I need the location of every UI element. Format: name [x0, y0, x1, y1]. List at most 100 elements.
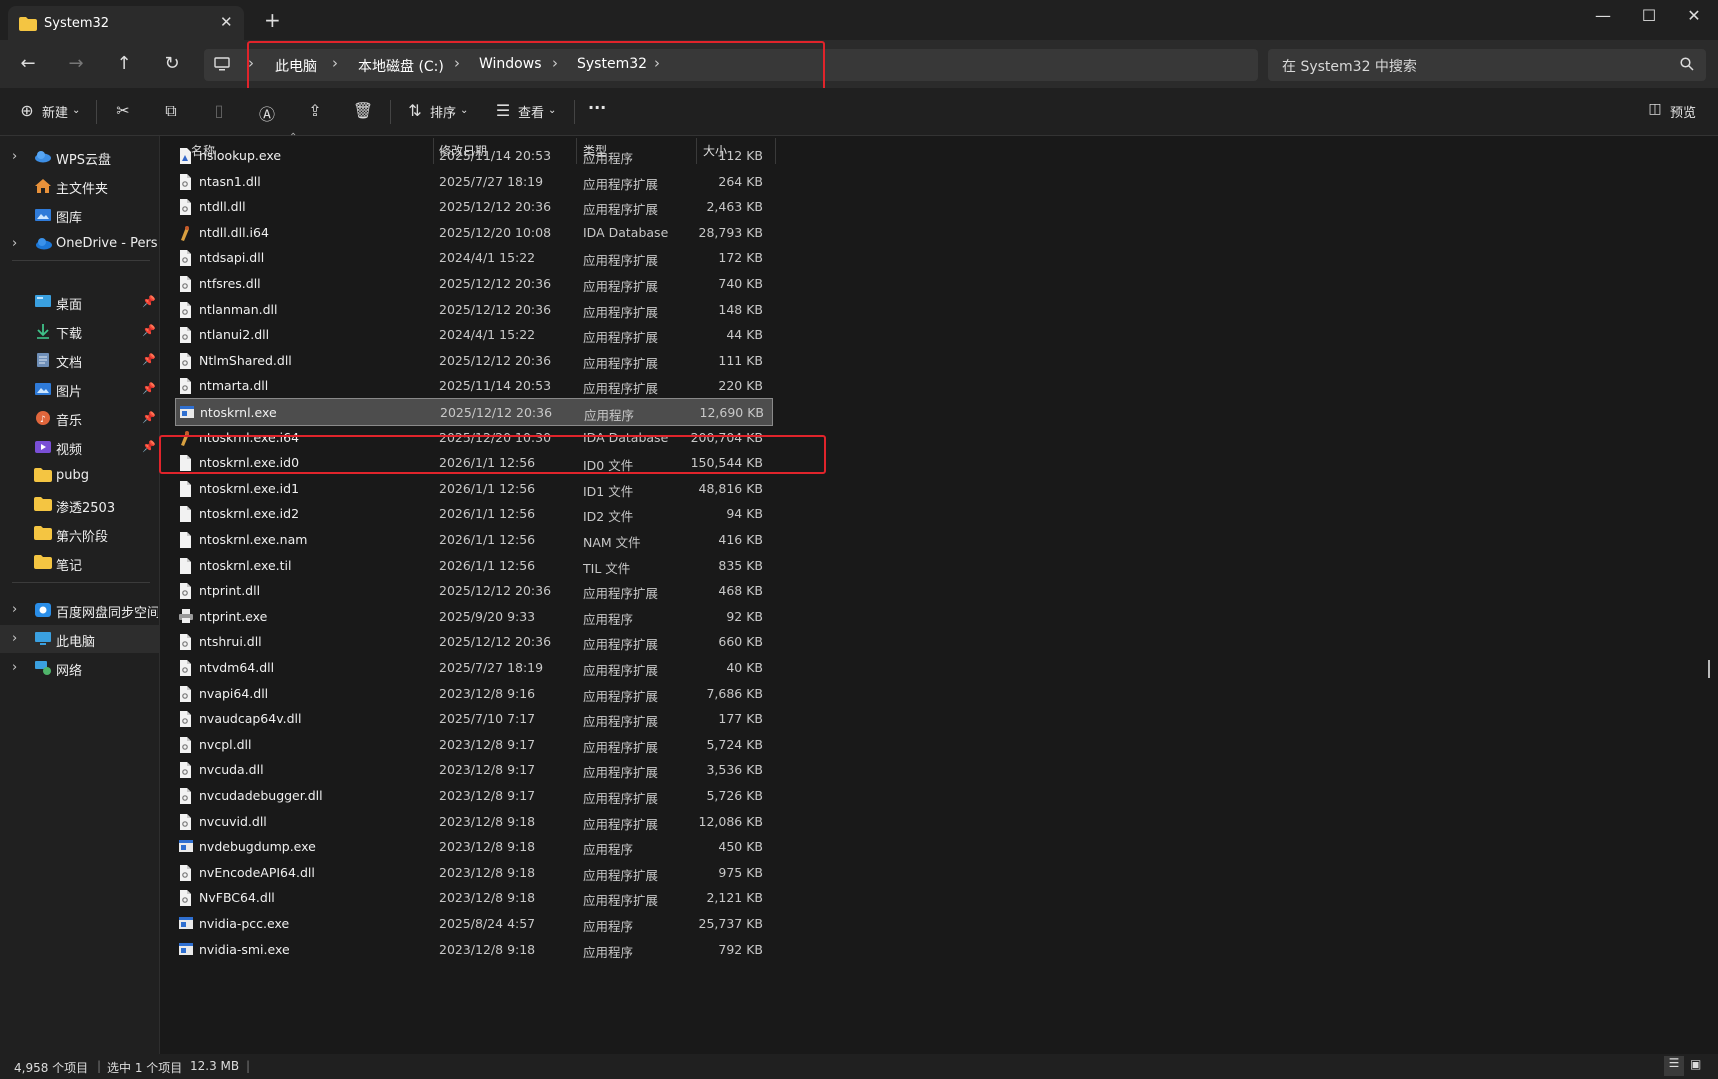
sidebar-item-this-pc[interactable]: › 此电脑: [0, 625, 160, 653]
file-row[interactable]: nvcuda.dll 2023/12/8 9:17 应用程序扩展 3,536 KB: [175, 756, 935, 784]
share-icon[interactable]: ⇪: [304, 101, 326, 123]
file-type: 应用程序扩展: [583, 586, 659, 602]
sidebar-item-pubg[interactable]: pubg: [0, 462, 160, 490]
minimize-button[interactable]: —: [1588, 6, 1618, 25]
file-row[interactable]: ntprint.dll 2025/12/12 20:36 应用程序扩展 468 KB: [175, 577, 935, 605]
chevron-down-icon[interactable]: ⌄: [548, 105, 556, 116]
file-name: ntdll.dll.i64: [199, 224, 269, 240]
window-tab[interactable]: System32 ✕: [8, 6, 244, 40]
sidebar-item-stage6[interactable]: 第六阶段: [0, 520, 160, 548]
new-tab-button[interactable]: +: [264, 8, 281, 32]
tiles-view-icon[interactable]: ▣: [1690, 1057, 1701, 1071]
sidebar-item-pictures[interactable]: 图片 📌: [0, 375, 160, 403]
file-row[interactable]: ntoskrnl.exe.nam 2026/1/1 12:56 NAM 文件 416 …: [175, 526, 935, 554]
file-row[interactable]: ntprint.exe 2025/9/20 9:33 应用程序 92 KB: [175, 603, 935, 631]
details-view-icon[interactable]: ☰: [1664, 1056, 1684, 1076]
preview-button[interactable]: 预览: [1670, 102, 1696, 121]
file-row[interactable]: nvEncodeAPI64.dll 2023/12/8 9:18 应用程序扩展 975…: [175, 859, 935, 887]
file-row[interactable]: ntlanman.dll 2025/12/12 20:36 应用程序扩展 148 KB: [175, 296, 935, 324]
file-row[interactable]: nvidia-smi.exe 2023/12/8 9:18 应用程序 792 KB: [175, 936, 935, 964]
search-input[interactable]: 在 System32 中搜索: [1268, 49, 1706, 81]
chevron-right-icon[interactable]: ›: [12, 602, 17, 617]
file-row[interactable]: ntlanui2.dll 2024/4/1 15:22 应用程序扩展 44 KB: [175, 321, 935, 349]
preview-pane-icon[interactable]: ◫: [1644, 101, 1666, 123]
file-row[interactable]: nvcudadebugger.dll 2023/12/8 9:17 应用程序扩展 5,…: [175, 782, 935, 810]
sidebar-item-documents[interactable]: 文档 📌: [0, 346, 160, 374]
maximize-button[interactable]: ☐: [1634, 6, 1664, 25]
sidebar-item-onedrive[interactable]: › OneDrive - Perso: [0, 230, 160, 258]
file-row[interactable]: nvcuvid.dll 2023/12/8 9:18 应用程序扩展 12,086 KB: [175, 808, 935, 836]
sidebar-item-videos[interactable]: 视频 📌: [0, 433, 160, 461]
scrollbar-thumb[interactable]: [1708, 660, 1710, 678]
file-row[interactable]: ntvdm64.dll 2025/7/27 18:19 应用程序扩展 40 KB: [175, 654, 935, 682]
file-row[interactable]: NvFBC64.dll 2023/12/8 9:18 应用程序扩展 2,121 KB: [175, 884, 935, 912]
file-row[interactable]: ntfsres.dll 2025/12/12 20:36 应用程序扩展 740 KB: [175, 270, 935, 298]
delete-icon[interactable]: 🗑: [352, 101, 374, 123]
pin-icon[interactable]: 📌: [142, 353, 156, 366]
sidebar-item-downloads[interactable]: 下载 📌: [0, 317, 160, 345]
file-row[interactable]: nvaudcap64v.dll 2025/7/10 7:17 应用程序扩展 177 K…: [175, 705, 935, 733]
sidebar-item-notes[interactable]: 笔记: [0, 549, 160, 577]
tab-close-button[interactable]: ✕: [220, 13, 233, 31]
file-row[interactable]: ntdll.dll.i64 2025/12/20 10:08 IDA Databas…: [175, 219, 935, 247]
view-button[interactable]: 查看: [518, 102, 544, 121]
sidebar-item-wps-cloud[interactable]: › WPS云盘: [0, 143, 160, 171]
pin-icon[interactable]: 📌: [142, 440, 156, 453]
file-row[interactable]: ntoskrnl.exe.id2 2026/1/1 12:56 ID2 文件 94 K…: [175, 500, 935, 528]
view-icon[interactable]: ☰: [492, 101, 514, 123]
chevron-down-icon[interactable]: ⌄: [72, 105, 80, 116]
paste-icon[interactable]: ▯: [208, 101, 230, 123]
sidebar-item-desktop[interactable]: 桌面 📌: [0, 288, 160, 316]
search-icon: [1680, 57, 1694, 75]
sidebar-item-gallery[interactable]: 图库: [0, 201, 160, 229]
file-row[interactable]: ntdll.dll 2025/12/12 20:36 应用程序扩展 2,463 KB: [175, 193, 935, 221]
file-row[interactable]: ntshrui.dll 2025/12/12 20:36 应用程序扩展 660 KB: [175, 628, 935, 656]
file-size: 48,816 KB: [698, 480, 763, 496]
chevron-right-icon[interactable]: ›: [12, 236, 17, 251]
file-row[interactable]: ntasn1.dll 2025/7/27 18:19 应用程序扩展 264 KB: [175, 168, 935, 196]
file-row[interactable]: ntoskrnl.exe.id1 2026/1/1 12:56 ID1 文件 48,8…: [175, 475, 935, 503]
chevron-right-icon[interactable]: ›: [12, 660, 17, 675]
back-button[interactable]: ←: [14, 52, 42, 76]
file-name: ntprint.exe: [199, 608, 268, 624]
pin-icon[interactable]: 📌: [142, 324, 156, 337]
file-row[interactable]: ntdsapi.dll 2024/4/1 15:22 应用程序扩展 172 KB: [175, 244, 935, 272]
file-row[interactable]: nvdebugdump.exe 2023/12/8 9:18 应用程序 450 KB: [175, 833, 935, 861]
chevron-right-icon[interactable]: ›: [12, 631, 17, 646]
sort-button[interactable]: 排序: [430, 102, 456, 121]
file-size: 112 KB: [718, 148, 763, 163]
forward-button[interactable]: →: [62, 52, 90, 76]
chevron-down-icon[interactable]: ⌄: [460, 105, 468, 116]
sidebar-item-network[interactable]: › 网络: [0, 654, 160, 682]
file-row[interactable]: nvidia-pcc.exe 2025/8/24 4:57 应用程序 25,737 K…: [175, 910, 935, 938]
sidebar-item-baidu-sync[interactable]: › 百度网盘同步空间: [0, 596, 160, 624]
refresh-button[interactable]: ↻: [158, 52, 186, 76]
file-row[interactable]: ntoskrnl.exe 2025/12/12 20:36 应用程序 12,690 K…: [175, 398, 773, 426]
copy-icon[interactable]: ⧉: [160, 101, 182, 123]
sort-icon[interactable]: ⇅: [404, 101, 426, 123]
file-row[interactable]: ntmarta.dll 2025/11/14 20:53 应用程序扩展 220 KB: [175, 372, 935, 400]
file-row[interactable]: nvapi64.dll 2023/12/8 9:16 应用程序扩展 7,686 KB: [175, 680, 935, 708]
cut-icon[interactable]: ✂: [112, 101, 134, 123]
pin-icon[interactable]: 📌: [142, 295, 156, 308]
file-date: 2025/12/12 20:36: [439, 583, 552, 599]
sidebar-item-home[interactable]: 主文件夹: [0, 172, 160, 200]
file-row[interactable]: ntoskrnl.exe.til 2026/1/1 12:56 TIL 文件 835 …: [175, 552, 935, 580]
rename-icon[interactable]: Ⓐ: [256, 101, 278, 124]
sidebar-item-music[interactable]: ♪ 音乐 📌: [0, 404, 160, 432]
up-button[interactable]: ↑: [110, 52, 138, 76]
file-name: ntdsapi.dll: [199, 250, 265, 266]
baidu-icon: [34, 602, 52, 618]
close-window-button[interactable]: ✕: [1679, 6, 1709, 25]
new-button[interactable]: 新建: [42, 102, 68, 121]
more-options-button[interactable]: ···: [588, 98, 606, 117]
sidebar-item-shentou2503[interactable]: 渗透2503: [0, 491, 160, 519]
new-plus-icon[interactable]: ⊕: [16, 101, 38, 123]
file-row[interactable]: nslookup.exe 2025/11/14 20:53 应用程序 112 KB: [175, 142, 935, 170]
file-row[interactable]: NtlmShared.dll 2025/12/12 20:36 应用程序扩展 111 …: [175, 347, 935, 375]
chevron-right-icon[interactable]: ›: [12, 149, 17, 164]
pin-icon[interactable]: 📌: [142, 411, 156, 424]
pin-icon[interactable]: 📌: [142, 382, 156, 395]
file-size: 835 KB: [718, 557, 763, 573]
file-row[interactable]: nvcpl.dll 2023/12/8 9:17 应用程序扩展 5,724 KB: [175, 731, 935, 759]
